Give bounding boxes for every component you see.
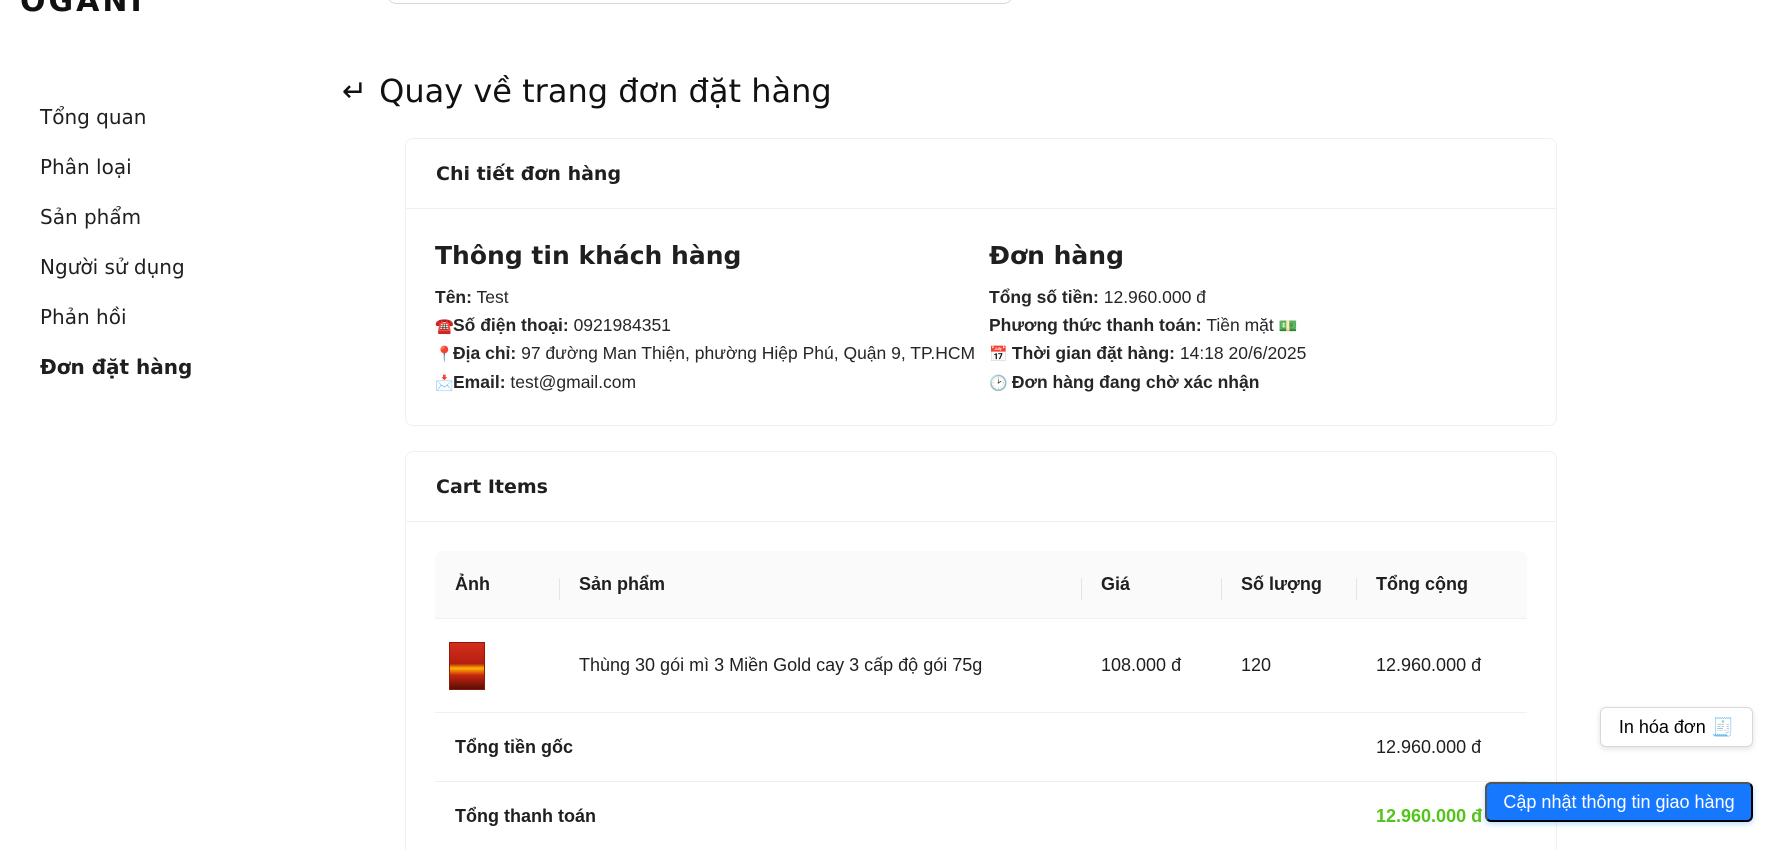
payment-method-label: Phương thức thanh toán:: [989, 314, 1202, 335]
sidebar-item-orders[interactable]: Đơn đặt hàng: [40, 342, 300, 392]
column-header-price: Giá: [1081, 574, 1221, 600]
return-arrow-icon: ↵: [342, 73, 368, 109]
back-to-orders-link[interactable]: ↵ Quay về trang đơn đặt hàng: [342, 72, 832, 110]
product-image-cell: [435, 641, 559, 690]
payment-method-value: Tiền mặt: [1206, 314, 1274, 335]
order-info: Đơn hàng Tổng số tiền: 12.960.000 đ Phươ…: [989, 241, 1306, 397]
grand-total-label: Tổng thanh toán: [455, 805, 596, 826]
order-total: Tổng số tiền: 12.960.000 đ: [989, 284, 1306, 312]
sidebar-item-products[interactable]: Sản phẩm: [40, 192, 300, 242]
order-total-value: 12.960.000 đ: [1103, 287, 1206, 307]
product-line-total: 12.960.000 đ: [1376, 655, 1482, 675]
cash-icon: 💵: [1278, 317, 1298, 335]
customer-info-heading: Thông tin khách hàng: [435, 241, 742, 270]
update-shipping-button[interactable]: Cập nhật thông tin giao hàng: [1485, 782, 1753, 822]
app-logo[interactable]: OGANI: [20, 0, 145, 19]
customer-name-value: Test: [476, 287, 509, 307]
sidebar-item-overview[interactable]: Tổng quan: [40, 92, 300, 142]
grand-total-row: Tổng thanh toán 12.960.000 đ: [435, 782, 1527, 850]
sidebar-item-categories[interactable]: Phân loại: [40, 142, 300, 192]
receipt-icon: 🧾: [1711, 716, 1735, 737]
grand-total-value: 12.960.000 đ: [1376, 805, 1483, 826]
sidebar-item-feedback[interactable]: Phản hồi: [40, 292, 300, 342]
product-name: Thùng 30 gói mì 3 Miền Gold cay 3 cấp độ…: [579, 655, 983, 675]
table-row: Thùng 30 gói mì 3 Miền Gold cay 3 cấp độ…: [435, 619, 1527, 713]
customer-phone-value: 0921984351: [573, 314, 671, 335]
cart-items-card: Cart Items Ảnh Sản phẩm Giá Số lượng Tổn…: [405, 451, 1557, 850]
clock-icon: 🕑: [989, 374, 1008, 392]
customer-email: 📩Email: test@gmail.com: [435, 369, 975, 398]
order-detail-title: Chi tiết đơn hàng: [406, 139, 1556, 209]
print-invoice-button[interactable]: In hóa đơn 🧾: [1600, 707, 1753, 747]
order-time-value: 14:18 20/6/2025: [1179, 343, 1307, 363]
column-header-total: Tổng cộng: [1356, 574, 1527, 600]
subtotal-label: Tổng tiền gốc: [455, 736, 573, 757]
sidebar-item-users[interactable]: Người sử dụng: [40, 242, 300, 292]
product-quantity: 120: [1241, 655, 1272, 675]
column-header-quantity: Số lượng: [1221, 574, 1356, 600]
order-detail-card: Chi tiết đơn hàng Thông tin khách hàng T…: [405, 138, 1557, 426]
product-thumbnail: [449, 641, 485, 690]
column-header-image: Ảnh: [455, 574, 490, 594]
product-price: 108.000 đ: [1101, 655, 1182, 675]
subtotal-value: 12.960.000 đ: [1376, 736, 1482, 757]
customer-address: 📍Địa chỉ: 97 đường Man Thiện, phường Hiệ…: [435, 340, 975, 369]
telephone-icon: ☎️: [435, 317, 454, 335]
order-total-label: Tổng số tiền:: [989, 287, 1099, 307]
cart-table: Ảnh Sản phẩm Giá Số lượng Tổng cộng Thùn…: [435, 551, 1527, 850]
customer-phone: ☎️Số điện thoại: 0921984351: [435, 312, 975, 341]
column-header-product: Sản phẩm: [559, 574, 1081, 600]
payment-method: Phương thức thanh toán: Tiền mặt 💵: [989, 312, 1306, 341]
print-invoice-label: In hóa đơn: [1618, 716, 1706, 737]
cart-items-title: Cart Items: [406, 452, 1556, 522]
calendar-icon: 📅: [989, 346, 1008, 363]
customer-address-value: 97 đường Man Thiện, phường Hiệp Phú, Quậ…: [521, 343, 976, 363]
customer-address-label: Địa chỉ:: [453, 343, 517, 363]
table-header: Ảnh Sản phẩm Giá Số lượng Tổng cộng: [435, 551, 1527, 619]
order-info-heading: Đơn hàng: [989, 241, 1124, 270]
order-status-value: Đơn hàng đang chờ xác nhận: [1011, 371, 1260, 392]
order-time-label: Thời gian đặt hàng:: [1011, 343, 1175, 363]
customer-name: Tên: Test: [435, 284, 975, 312]
subtotal-row: Tổng tiền gốc 12.960.000 đ: [435, 713, 1527, 782]
pin-icon: 📍: [435, 346, 454, 363]
customer-email-value: test@gmail.com: [510, 371, 637, 392]
customer-email-label: Email:: [453, 371, 506, 392]
customer-phone-label: Số điện thoại:: [453, 314, 569, 335]
customer-info: Thông tin khách hàng Tên: Test ☎️Số điện…: [435, 241, 975, 397]
sidebar: Tổng quan Phân loại Sản phẩm Người sử dụ…: [40, 92, 300, 392]
order-time: 📅 Thời gian đặt hàng: 14:18 20/6/2025: [989, 340, 1306, 369]
customer-name-label: Tên:: [435, 287, 472, 307]
inbox-icon: 📩: [435, 374, 454, 392]
back-link-label: Quay về trang đơn đặt hàng: [379, 72, 832, 110]
search-input[interactable]: [388, 0, 1012, 4]
order-status: 🕑 Đơn hàng đang chờ xác nhận: [989, 369, 1306, 398]
